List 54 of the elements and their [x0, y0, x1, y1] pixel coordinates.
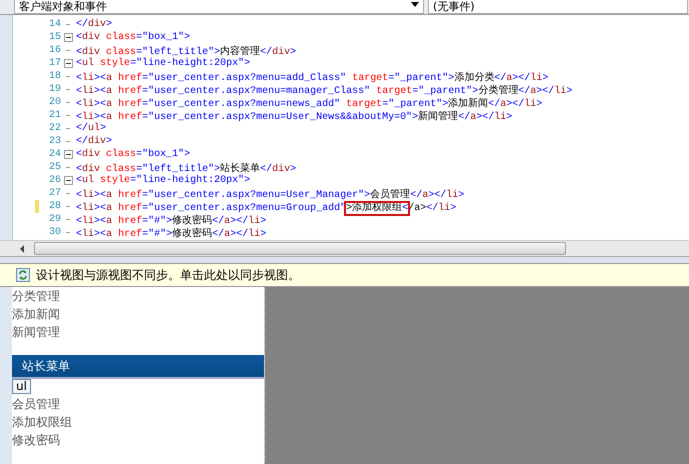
- line-number: 24: [48, 149, 62, 160]
- menu-link[interactable]: 添加权限组: [12, 413, 264, 431]
- collapse-icon[interactable]: [63, 148, 73, 161]
- menu-link[interactable]: 新闻管理: [12, 323, 264, 341]
- code-line: <li><a href="user_center.aspx?menu=add_Class" target="_parent">添加分类</a></li>: [76, 70, 548, 84]
- collapse-icon[interactable]: [63, 31, 73, 44]
- line-number: 16: [48, 45, 62, 56]
- code-line: <li><a href="user_center.aspx?menu=User_News&&aboutMy=0">新闻管理</a></li>: [76, 110, 512, 122]
- event-dropdown[interactable]: (无事件): [428, 0, 688, 14]
- line-number: 23: [48, 136, 62, 147]
- line-number: 26: [48, 175, 62, 186]
- code-line: </div>: [76, 136, 112, 147]
- code-line: <li><a href="#">修改密码</a></li>: [76, 214, 266, 226]
- refresh-icon: [16, 268, 30, 282]
- code-line: <li><a href="user_center.aspx?menu=manager_Class" target="_parent">分类管理</a></li>: [76, 84, 572, 96]
- line-number: 15: [48, 32, 62, 43]
- line-number: 29: [48, 214, 62, 225]
- menu-link[interactable]: 添加新闻: [12, 305, 264, 323]
- menu-link[interactable]: 分类管理: [12, 287, 264, 305]
- line-number: 19: [48, 84, 62, 95]
- sync-message: 设计视图与源视图不同步。单击此处以同步视图。: [36, 266, 300, 284]
- line-number: 25: [48, 162, 62, 173]
- line-number: 14: [48, 19, 62, 30]
- code-line: <ul style="line-height:20px">: [76, 175, 250, 186]
- collapse-icon[interactable]: [63, 174, 73, 187]
- line-number: 18: [48, 71, 62, 82]
- code-editor[interactable]: [0, 14, 689, 240]
- menu-link[interactable]: 会员管理: [12, 395, 264, 413]
- sync-notification-bar[interactable]: 设计视图与源视图不同步。单击此处以同步视图。: [0, 263, 689, 287]
- code-line: <div class="box_1">: [76, 32, 190, 43]
- code-line: <li><a href="user_center.aspx?menu=news_add" target="_parent">添加新闻</a></li>: [76, 96, 542, 110]
- scroll-thumb[interactable]: [34, 242, 566, 255]
- code-line: <li><a href="#">修改密码</a></li>: [76, 226, 266, 240]
- code-line: </ul>: [76, 123, 106, 134]
- code-line: </div>: [76, 19, 112, 30]
- menu-title[interactable]: 站长菜单: [12, 355, 264, 379]
- line-number: 22: [48, 123, 62, 134]
- object-dropdown[interactable]: 客户端对象和事件: [14, 0, 424, 14]
- code-line: <div class="left_title">内容管理</div>: [76, 44, 296, 58]
- line-number: 30: [48, 227, 62, 238]
- line-number: 27: [48, 188, 62, 199]
- dropdown-arrow-icon: [411, 2, 419, 7]
- line-number: 28: [48, 201, 62, 212]
- collapse-icon[interactable]: [63, 57, 73, 70]
- code-line: <ul style="line-height:20px">: [76, 58, 250, 69]
- code-line: <div class="box_1">: [76, 149, 190, 160]
- line-number: 21: [48, 110, 62, 121]
- line-number: 20: [48, 97, 62, 108]
- element-tag-label[interactable]: ul: [12, 379, 31, 394]
- code-line: <div class="left_title">站长菜单</div>: [76, 162, 296, 174]
- code-line: <li><a href="user_center.aspx?menu=User_Manager">会员管理</a></li>: [76, 188, 464, 200]
- line-number: 17: [48, 58, 62, 69]
- menu-link[interactable]: 修改密码: [12, 431, 264, 449]
- horizontal-scrollbar[interactable]: [0, 240, 689, 256]
